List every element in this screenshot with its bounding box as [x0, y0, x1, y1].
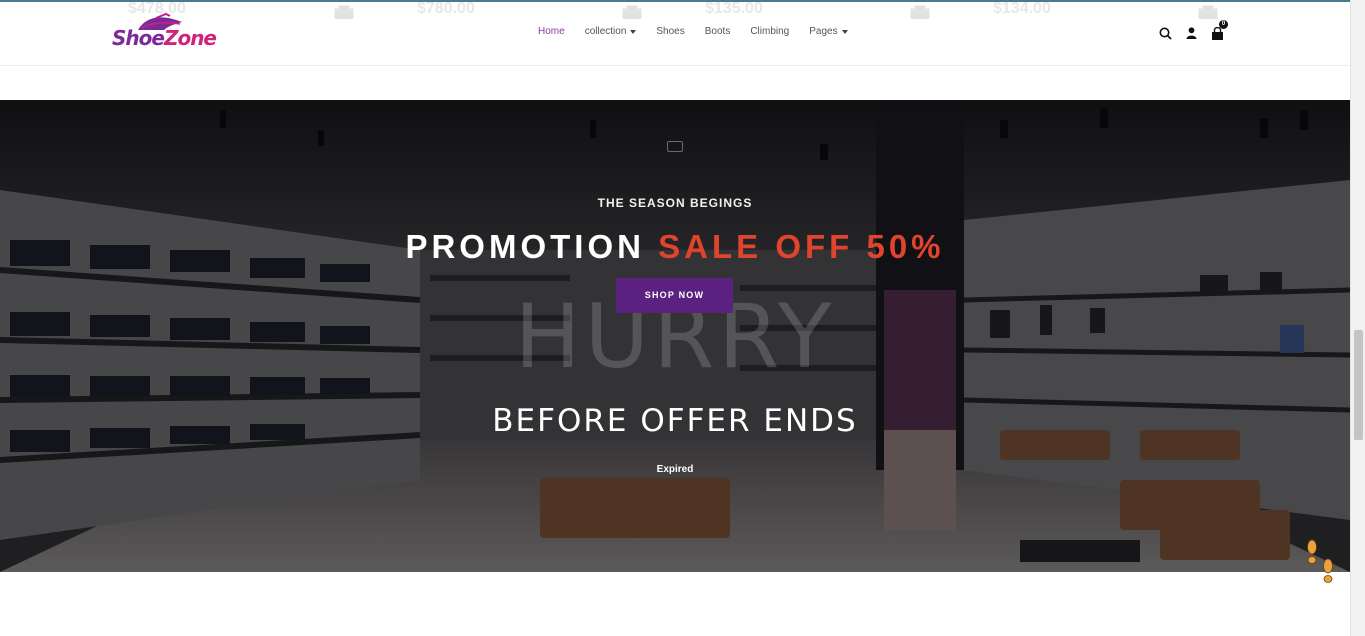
- logo-shoe: Shoe: [112, 26, 165, 50]
- nav-item-climbing[interactable]: Climbing: [750, 26, 789, 37]
- page: $478.00 $780.00 $135.00 $134.00 ShoeZone…: [0, 0, 1365, 636]
- logo[interactable]: ShoeZone: [112, 12, 242, 56]
- headline-white: PROMOTION: [405, 228, 645, 265]
- main-nav: Home collection Shoes Boots Climbing Pag…: [538, 26, 868, 37]
- hero-headline: PROMOTION SALE OFF 50%: [0, 228, 1350, 266]
- site-header: ShoeZone Home collection Shoes Boots Cli…: [0, 2, 1350, 66]
- search-button[interactable]: [1157, 24, 1173, 42]
- account-button[interactable]: [1183, 24, 1199, 42]
- nav-label: Pages: [809, 26, 838, 37]
- nav-label: Home: [538, 26, 565, 37]
- cart-count-badge: 0: [1219, 20, 1228, 29]
- chevron-down-icon: [841, 29, 848, 34]
- nav-item-collection[interactable]: collection: [585, 26, 637, 37]
- headline-red: SALE OFF 50%: [658, 228, 945, 265]
- chevron-down-icon: [630, 29, 637, 34]
- nav-item-pages[interactable]: Pages: [809, 26, 848, 37]
- logo-text: ShoeZone: [112, 26, 217, 50]
- scrollbar-thumb[interactable]: [1354, 330, 1363, 440]
- media-icon: [667, 141, 683, 152]
- nav-label: Boots: [704, 26, 731, 37]
- nav-label: collection: [584, 26, 627, 37]
- countdown-status: Expired: [656, 464, 694, 475]
- header-actions: 0: [1157, 20, 1235, 42]
- page-scrollbar[interactable]: [1350, 0, 1365, 636]
- hero-kicker: THE SEASON BEGINGS: [597, 196, 753, 210]
- nav-item-home[interactable]: Home: [538, 26, 565, 37]
- promo-banner: THE SEASON BEGINGS PROMOTION SALE OFF 50…: [0, 100, 1350, 572]
- nav-item-boots[interactable]: Boots: [705, 26, 731, 37]
- cart-button[interactable]: 0: [1209, 20, 1228, 42]
- user-icon: [1186, 27, 1196, 39]
- shop-now-button[interactable]: SHOP NOW: [616, 278, 733, 313]
- offer-ends-heading: BEFORE OFFER ENDS: [492, 403, 858, 439]
- footsteps-icon[interactable]: [1303, 538, 1337, 590]
- nav-item-shoes[interactable]: Shoes: [656, 26, 684, 37]
- nav-label: Climbing: [750, 26, 790, 37]
- search-icon: [1159, 27, 1172, 40]
- nav-label: Shoes: [656, 26, 685, 37]
- logo-zone: Zone: [163, 26, 217, 50]
